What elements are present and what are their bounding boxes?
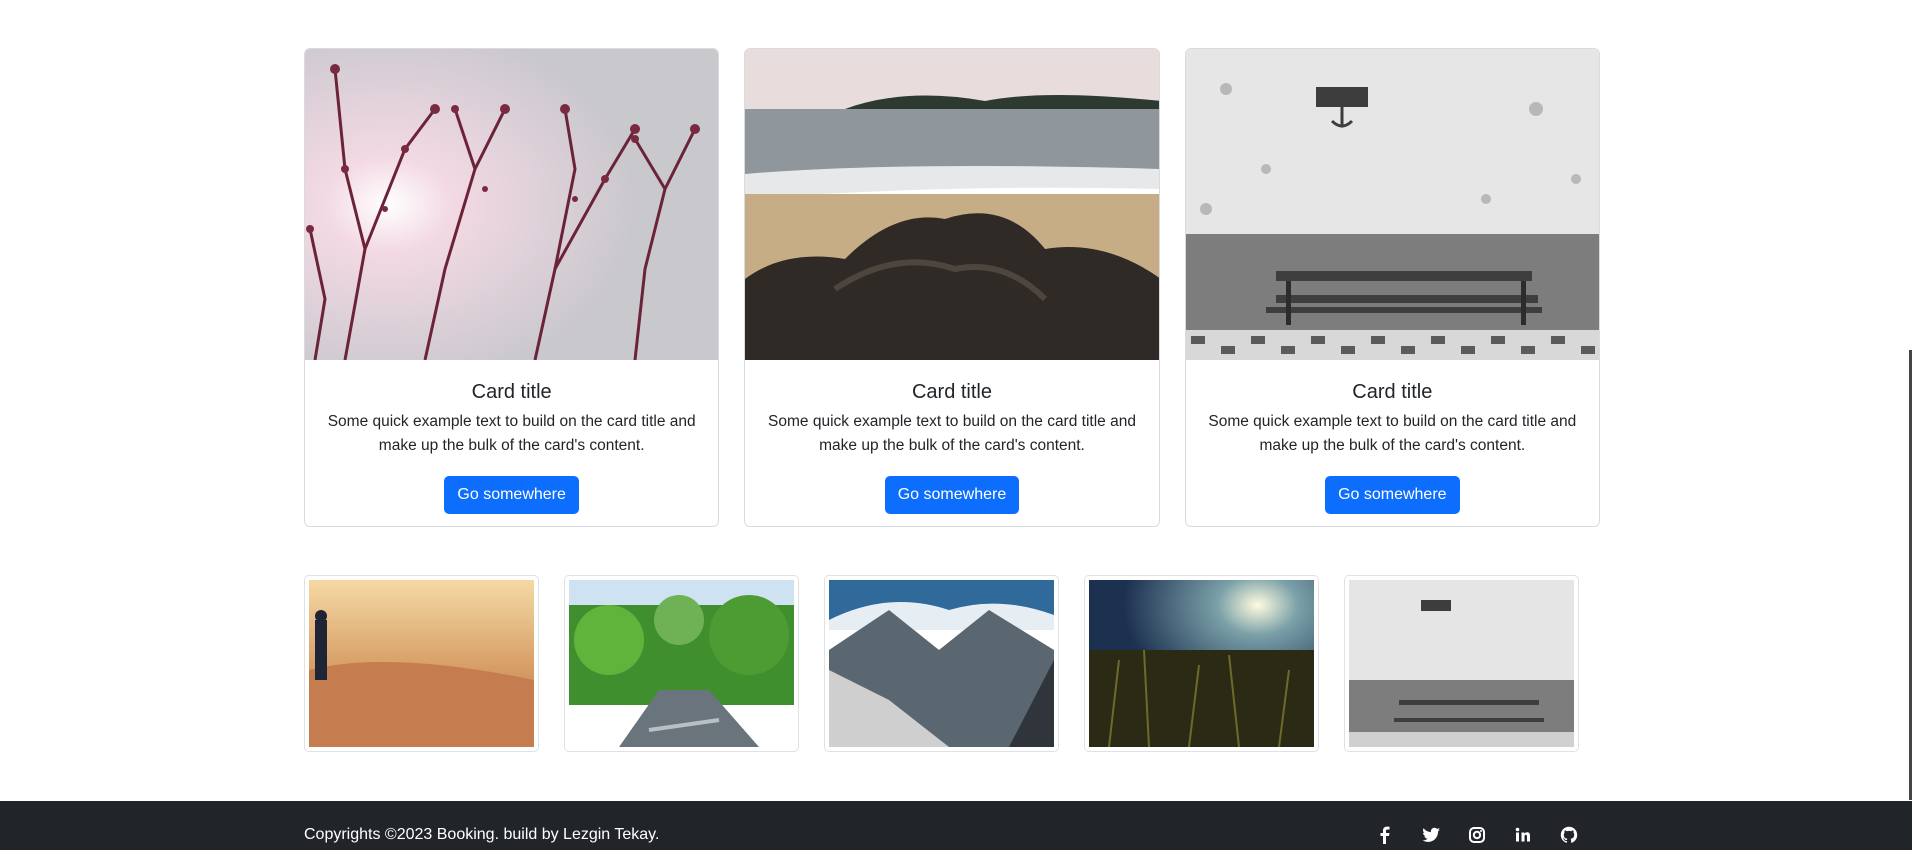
card-text: Some quick example text to build on the … [327, 413, 696, 454]
card-title: Card title [1352, 381, 1433, 403]
github-icon[interactable] [1559, 825, 1579, 845]
cards-row: Card title Some quick example text to bu… [304, 48, 1600, 527]
twitter-icon[interactable] [1421, 825, 1441, 845]
card-title: Card title [911, 381, 992, 403]
thumbnail-forest-river[interactable] [564, 575, 799, 752]
linkedin-icon[interactable] [1513, 825, 1533, 845]
card: Card title Some quick example text to bu… [304, 48, 720, 527]
social-links [1375, 825, 1579, 845]
thumbnail-bench-wall[interactable] [1344, 575, 1579, 752]
thumbnail-person-coast[interactable] [304, 575, 539, 752]
facebook-icon[interactable] [1375, 825, 1395, 845]
footer-copyright: Copyrights ©2023 Booking. build by Lezgi… [304, 826, 660, 843]
thumbnail-grass-sunset[interactable] [1084, 575, 1319, 752]
card-image-branches [305, 49, 719, 360]
go-somewhere-button[interactable]: Go somewhere [1325, 476, 1460, 514]
thumbnail-mountains[interactable] [824, 575, 1059, 752]
thumbnail-gallery [304, 575, 1600, 752]
instagram-icon[interactable] [1467, 825, 1487, 845]
card-title: Card title [471, 381, 552, 403]
card: Card title Some quick example text to bu… [744, 48, 1160, 527]
go-somewhere-button[interactable]: Go somewhere [444, 476, 579, 514]
card-text: Some quick example text to build on the … [1208, 413, 1577, 454]
footer: Copyrights ©2023 Booking. build by Lezgi… [0, 801, 1912, 850]
card-text: Some quick example text to build on the … [768, 413, 1136, 454]
page: Card title Some quick example text to bu… [0, 0, 1912, 850]
card-image-beach [745, 49, 1159, 360]
card: Card title Some quick example text to bu… [1184, 48, 1600, 527]
card-image-bench [1185, 49, 1599, 360]
go-somewhere-button[interactable]: Go somewhere [884, 476, 1020, 514]
